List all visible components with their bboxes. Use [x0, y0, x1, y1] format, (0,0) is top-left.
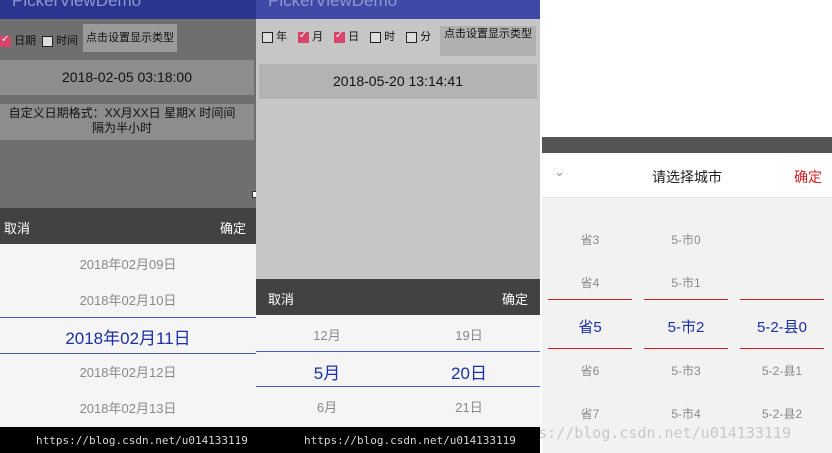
watermark: https://blog.csdn.net/u014133119	[304, 434, 516, 447]
selection-line-bottom	[740, 348, 824, 349]
date-picker-screen-1: PickerViewDemo 日期 时间 点击设置显示类型 2018-02-05…	[0, 0, 256, 453]
confirm-button[interactable]: 确定	[794, 167, 822, 187]
wheel-item[interactable]: 2018年02月10日	[0, 290, 256, 309]
checkbox-month[interactable]: 月	[298, 28, 323, 44]
watermark: https://blog.csdn.net/u014133119	[540, 424, 791, 442]
checkbox-month-label: 月	[312, 31, 324, 43]
day-item[interactable]: 19日	[398, 325, 540, 344]
set-display-type-button[interactable]: 点击设置显示类型	[83, 24, 177, 52]
checkbox-unchecked-icon	[42, 35, 53, 47]
checkbox-time[interactable]: 时间	[42, 32, 78, 48]
day-item[interactable]: 21日	[398, 397, 540, 416]
month-day-wheel[interactable]: 12月 19日 5月 20日 6月 21日	[256, 315, 540, 427]
city-picker-screen: ⌄ 请选择城市 确定 省3 省4 省5 省6 省7 5-市0 5-市1 5-市2…	[540, 0, 832, 453]
checkbox-hour[interactable]: 时	[370, 28, 395, 44]
confirm-button[interactable]: 确定	[220, 218, 246, 237]
checkbox-minute[interactable]: 分	[406, 28, 431, 44]
custom-format-button[interactable]: 自定义日期格式：XX月XX日 星期X 时间间隔为半小时	[0, 104, 254, 140]
province-item[interactable]: 省6	[548, 362, 632, 379]
picker-toolbar: 取消 确定	[0, 208, 256, 244]
checkbox-minute-label: 分	[420, 31, 432, 43]
date-display-button[interactable]: 2018-02-05 03:18:00	[0, 60, 254, 95]
checkbox-unchecked-icon	[370, 31, 381, 43]
selection-line-top	[548, 299, 632, 300]
selection-line-bottom	[548, 348, 632, 349]
app-bar: PickerViewDemo	[256, 0, 540, 19]
county-item-selected[interactable]: 5-2-县0	[740, 316, 824, 337]
city-wheel[interactable]: 省3 省4 省5 省6 省7 5-市0 5-市1 5-市2 5-市3 5-市4 …	[540, 198, 832, 453]
province-item[interactable]: 省4	[548, 274, 632, 291]
checkbox-hour-label: 时	[384, 31, 396, 43]
wheel-item[interactable]: 2018年02月09日	[0, 254, 256, 273]
checkbox-checked-icon	[334, 30, 345, 43]
province-item[interactable]: 省3	[548, 231, 632, 248]
city-item-selected[interactable]: 5-市2	[644, 316, 728, 337]
checkbox-checked-icon	[298, 30, 309, 43]
checkbox-unchecked-icon	[262, 31, 273, 43]
day-item-selected[interactable]: 20日	[398, 359, 540, 384]
province-item[interactable]: 省7	[548, 405, 632, 422]
checkbox-year-label: 年	[276, 31, 288, 43]
selection-line-bottom	[0, 353, 256, 354]
app-title: PickerViewDemo	[12, 0, 142, 10]
wheel-item[interactable]: 2018年02月13日	[0, 398, 256, 417]
selection-line-top	[0, 317, 256, 318]
app-bar: PickerViewDemo	[0, 0, 256, 19]
city-item[interactable]: 5-市3	[644, 362, 728, 379]
city-item[interactable]: 5-市1	[644, 274, 728, 291]
selection-line-top	[740, 299, 824, 300]
footer-strip: https://blog.csdn.net/u014133119	[0, 427, 256, 453]
checkbox-day-label: 日	[348, 31, 360, 43]
checkbox-checked-icon	[0, 34, 11, 47]
checkbox-day[interactable]: 日	[334, 28, 359, 44]
county-item[interactable]: 5-2-县2	[740, 405, 824, 422]
selection-line-top	[256, 351, 540, 352]
footer-strip: https://blog.csdn.net/u014133119	[256, 427, 540, 453]
confirm-button[interactable]: 确定	[502, 289, 528, 308]
picker-toolbar: 取消 确定	[256, 279, 540, 315]
city-item[interactable]: 5-市0	[644, 231, 728, 248]
checkbox-unchecked-icon	[406, 31, 417, 43]
dim-overlay	[542, 137, 832, 153]
cancel-button[interactable]: 取消	[4, 218, 30, 237]
month-item-selected[interactable]: 5月	[256, 359, 398, 384]
selection-line-top	[644, 299, 728, 300]
month-item[interactable]: 12月	[256, 325, 398, 344]
selection-line-bottom	[644, 348, 728, 349]
cancel-button[interactable]: 取消	[268, 289, 294, 308]
checkbox-year[interactable]: 年	[262, 28, 287, 44]
county-item[interactable]: 5-2-县1	[740, 362, 824, 379]
wheel-item[interactable]: 2018年02月12日	[0, 362, 256, 381]
watermark: https://blog.csdn.net/u014133119	[36, 434, 248, 447]
province-item-selected[interactable]: 省5	[548, 316, 632, 337]
date-wheel[interactable]: 2018年02月09日 2018年02月10日 2018年02月11日 2018…	[0, 244, 256, 427]
date-display-button[interactable]: 2018-05-20 13:14:41	[259, 64, 537, 99]
checkbox-time-label: 时间	[56, 35, 79, 47]
month-item[interactable]: 6月	[256, 397, 398, 416]
checkbox-date[interactable]: 日期	[0, 32, 36, 48]
city-picker-header: ⌄ 请选择城市 确定	[542, 153, 832, 198]
date-picker-screen-2: PickerViewDemo 年 月 日 时 分 点击设置显示类型 2018-0…	[256, 0, 540, 453]
app-title: PickerViewDemo	[268, 0, 398, 10]
selection-line-bottom	[256, 386, 540, 387]
checkbox-date-label: 日期	[14, 35, 37, 47]
city-picker-title: 请选择城市	[652, 169, 722, 185]
wheel-item-selected[interactable]: 2018年02月11日	[0, 324, 256, 349]
set-display-type-button[interactable]: 点击设置显示类型	[440, 26, 536, 56]
city-item[interactable]: 5-市4	[644, 405, 728, 422]
